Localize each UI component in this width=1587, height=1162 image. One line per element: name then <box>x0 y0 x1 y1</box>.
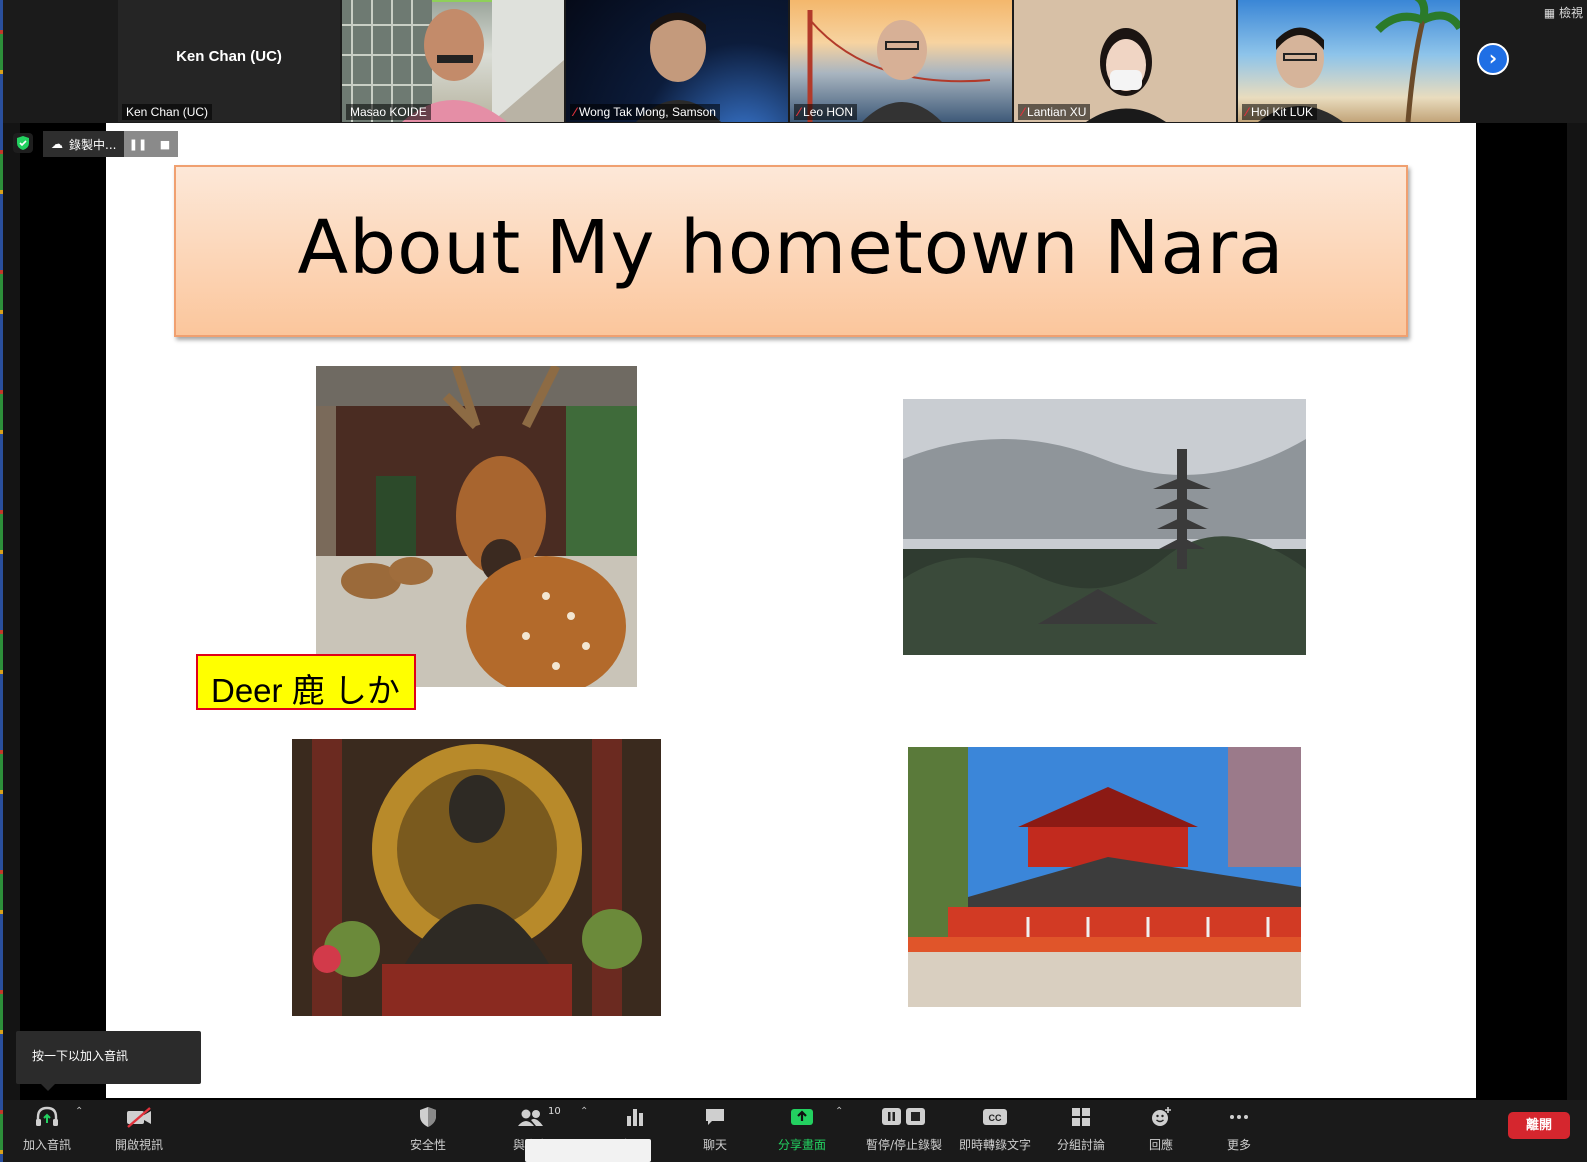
chat-button[interactable]: 聊天 <box>670 1102 760 1153</box>
cloud-record-icon: ☁ <box>51 137 63 151</box>
presentation-slide: About My hometown Nara Deer 鹿 しか <box>106 123 1476 1098</box>
mic-muted-icon: ⁄ <box>574 105 577 119</box>
buddha-photo <box>292 739 661 1016</box>
partial-tooltip <box>525 1139 651 1162</box>
chat-icon <box>706 1109 724 1125</box>
polls-icon <box>627 1109 643 1126</box>
participant-display-name: Ken Chan (UC) <box>176 48 282 65</box>
security-shield-icon <box>13 133 33 153</box>
share-screen-icon <box>791 1109 813 1125</box>
shrine-photo <box>908 747 1301 1007</box>
participant-tile[interactable]: ⁄ Leo HON <box>790 0 1012 122</box>
participant-name: ⁄ Hoi Kit LUK <box>1242 104 1318 120</box>
pagoda-photo <box>903 399 1306 655</box>
recording-bar: ☁ 錄製中... ❚❚ ■ <box>43 131 179 157</box>
join-audio-tooltip: 按一下以加入音訊 <box>16 1031 201 1091</box>
participant-tile[interactable]: ⁄ Hoi Kit LUK <box>1238 0 1460 122</box>
video-off-icon <box>127 1107 151 1128</box>
mic-muted-icon: ⁄ <box>1022 105 1025 119</box>
participant-name: ⁄ Wong Tak Mong, Samson <box>570 104 720 120</box>
breakout-rooms-button[interactable]: 分組討論 <box>1036 1102 1126 1153</box>
breakout-rooms-icon <box>1072 1108 1090 1126</box>
participant-tile[interactable]: ⁄ Wong Tak Mong, Samson <box>566 0 788 122</box>
pause-stop-recording-button[interactable]: 暫停/停止錄製 <box>854 1102 954 1153</box>
participant-name: Masao KOIDE <box>346 104 431 120</box>
shield-icon <box>420 1107 436 1127</box>
leave-meeting-button[interactable]: 離開 <box>1508 1112 1570 1139</box>
share-options-caret-icon[interactable]: ⌃ <box>835 1106 843 1117</box>
participant-tile-active-speaker[interactable]: Masao KOIDE <box>342 0 564 122</box>
security-button[interactable]: 安全性 <box>383 1102 473 1153</box>
participant-name: ⁄ Lantian XU <box>1018 104 1091 120</box>
participant-name: ⁄ Leo HON <box>794 104 858 120</box>
participant-name: Ken Chan (UC) <box>122 104 213 120</box>
pause-stop-icon <box>882 1108 925 1125</box>
reactions-smiley-icon <box>1152 1107 1171 1126</box>
deer-caption: Deer 鹿 しか <box>196 654 416 710</box>
participants-count: 10 <box>548 1106 561 1117</box>
headphones-icon <box>36 1106 58 1126</box>
start-video-button[interactable]: 開啟視訊 <box>95 1102 183 1153</box>
slide-title: About My hometown Nara <box>297 205 1285 291</box>
deer-photo <box>316 366 637 687</box>
share-screen-button[interactable]: 分享畫面 <box>757 1102 847 1153</box>
stop-recording-button[interactable]: ■ <box>151 131 179 157</box>
mic-muted-icon: ⁄ <box>1246 105 1249 119</box>
next-page-button[interactable]: › <box>1477 43 1509 75</box>
audio-options-caret-icon[interactable]: ⌃ <box>75 1106 83 1117</box>
closed-caption-icon: CC <box>983 1109 1007 1125</box>
participant-strip: Ken Chan (UC) Ken Chan (UC) Masao KOIDE <box>3 0 1587 123</box>
pause-recording-button[interactable]: ❚❚ <box>124 131 152 157</box>
reactions-button[interactable]: 回應 <box>1116 1102 1206 1153</box>
more-button[interactable]: 更多 <box>1194 1102 1284 1153</box>
participants-icon <box>518 1109 543 1126</box>
participants-options-caret-icon[interactable]: ⌃ <box>580 1106 588 1117</box>
desktop-edge <box>0 0 3 1162</box>
slide-title-box: About My hometown Nara <box>174 165 1408 337</box>
view-button[interactable]: ▦ 檢視 <box>1544 4 1583 21</box>
live-transcript-button[interactable]: CC 即時轉錄文字 <box>950 1102 1040 1153</box>
more-ellipsis-icon <box>1230 1115 1248 1119</box>
meeting-toolbar: 加入音訊 ⌃ 開啟視訊 安全性 與會者 10 ⌃ 投票 聊天 分享畫面 <box>3 1100 1587 1162</box>
recording-status: ☁ 錄製中... <box>43 131 125 157</box>
mic-muted-icon: ⁄ <box>798 105 801 119</box>
zoom-meeting-window: Ken Chan (UC) Ken Chan (UC) Masao KOIDE <box>0 0 1587 1162</box>
grid-icon: ▦ <box>1543 6 1556 20</box>
participant-tile[interactable]: Ken Chan (UC) Ken Chan (UC) <box>118 0 340 122</box>
svg-text:CC: CC <box>989 1113 1002 1123</box>
participant-tile[interactable]: ⁄ Lantian XU <box>1014 0 1236 122</box>
